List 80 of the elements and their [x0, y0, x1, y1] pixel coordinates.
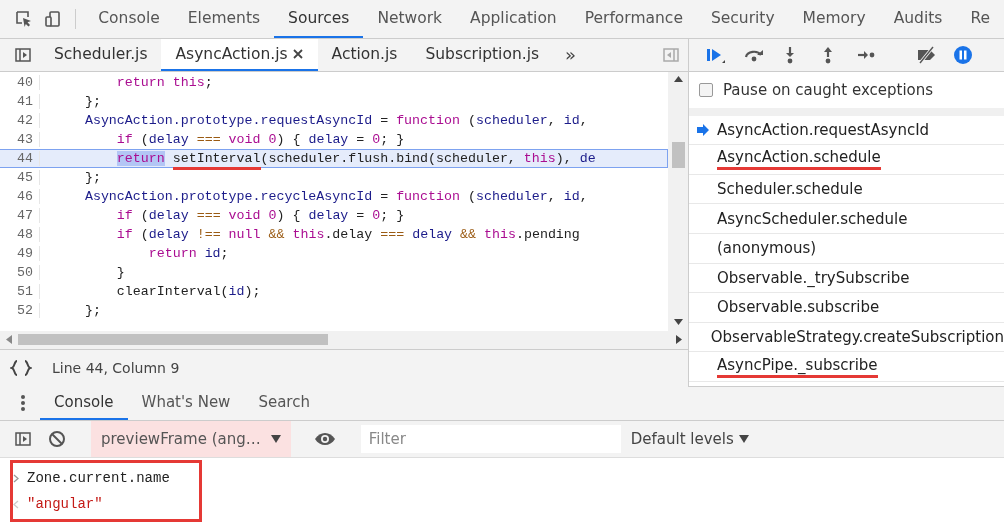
code-line: AsyncAction.prototype.requestAsyncId = function (scheduler, id, [83, 112, 588, 128]
sidebar-toggle-icon [14, 430, 32, 449]
scrollbar-thumb[interactable] [671, 142, 685, 169]
horizontal-scrollbar[interactable] [0, 330, 688, 349]
line-number: 50 [0, 264, 40, 280]
scroll-left-icon [6, 335, 12, 345]
panel-tab[interactable]: Sources [274, 0, 364, 38]
file-tab[interactable]: Action.js [317, 38, 412, 71]
call-frame[interactable]: Observable._trySubscribe [689, 263, 1004, 294]
scroll-down-icon [673, 318, 683, 325]
code-line: AsyncAction.prototype.recycleAsyncId = function (scheduler, id, [83, 188, 588, 204]
call-frame[interactable]: ObservableStrategy.createSubscription [689, 322, 1004, 353]
panel-tab[interactable]: Performance [570, 0, 697, 38]
result-text: "angular" [27, 496, 103, 512]
filter-field[interactable]: Filter [360, 425, 621, 454]
caret-down-icon [738, 435, 749, 444]
line-number: 46 [0, 188, 40, 204]
scroll-up-icon [673, 75, 683, 82]
panel-tab[interactable]: Security [696, 0, 789, 38]
code-line: }; [83, 169, 101, 185]
command-text: Zone.current.name [27, 470, 170, 486]
panel-tab[interactable]: Elements [173, 0, 275, 38]
line-number: 44 [0, 150, 40, 166]
checkbox-label: Pause on caught exceptions [723, 80, 934, 99]
code-line: }; [83, 93, 101, 109]
code-line: clearInterval(id); [115, 283, 261, 299]
drawer-tab[interactable]: Search [244, 386, 324, 421]
panel-tab[interactable]: Re [956, 0, 1004, 38]
code-line: return id; [147, 245, 229, 261]
call-frame[interactable]: AsyncPipe._subscribe [689, 352, 1004, 382]
call-frame[interactable]: AsyncAction.requestAsyncId [689, 115, 1004, 146]
chevron-left-icon [13, 499, 19, 509]
line-number: 49 [0, 245, 40, 261]
code-line: if (delay === void 0) { delay = 0; } [115, 207, 405, 223]
call-frame[interactable]: AsyncScheduler.schedule [689, 204, 1004, 234]
drawer-tab[interactable]: What's New [127, 386, 245, 421]
chevron-right-icon [13, 473, 19, 483]
line-number: 43 [0, 131, 40, 147]
code-line: return this; [115, 74, 213, 90]
panel-tab[interactable]: Memory [788, 0, 880, 38]
line-number: 52 [0, 302, 40, 318]
line-number: 47 [0, 207, 40, 223]
call-frame[interactable]: Scheduler.schedule [689, 174, 1004, 205]
panel-tab[interactable]: Network [363, 0, 457, 38]
log-levels-dropdown[interactable]: Default levels [620, 430, 749, 449]
code-line: if (delay !== null && this.delay === delay && this.pending [115, 226, 580, 242]
line-number: 48 [0, 226, 40, 242]
line-number: 51 [0, 283, 40, 299]
file-tab[interactable]: Subscription.js [411, 38, 554, 71]
panel-tab[interactable]: Application [456, 0, 571, 38]
caret-down-icon [270, 435, 281, 444]
current-frame-arrow-icon [697, 123, 709, 136]
cursor-position: Line 44, Column 9 [52, 360, 180, 377]
vertical-scrollbar[interactable] [668, 71, 688, 331]
line-number: 42 [0, 112, 40, 128]
line-number: 45 [0, 169, 40, 185]
file-tab[interactable]: Scheduler.js [40, 38, 162, 71]
block-icon [48, 430, 66, 449]
call-frame[interactable]: AsyncAction.schedule [689, 145, 1004, 175]
context-dropdown[interactable]: previewFrame (ang… [91, 421, 291, 457]
close-icon[interactable] [291, 47, 304, 60]
scroll-right-icon [676, 335, 682, 345]
pretty-print-icon[interactable] [10, 359, 32, 378]
file-tab[interactable]: AsyncAction.js [161, 38, 318, 71]
code-line: } [115, 264, 125, 280]
line-number: 41 [0, 93, 40, 109]
more-vertical-icon [20, 394, 26, 413]
line-number: 40 [0, 74, 40, 90]
sidebar-toggle-icon [14, 45, 32, 64]
call-frame[interactable]: Observable.subscribe [689, 293, 1004, 323]
checkbox[interactable] [699, 82, 713, 97]
more-tabs-button[interactable]: » [553, 38, 589, 71]
pause-icon [953, 44, 973, 65]
sidebar-toggle-icon [662, 45, 680, 64]
call-frame[interactable]: (anonymous) [689, 233, 1004, 264]
device-icon [44, 9, 63, 28]
code-line: if (delay === void 0) { delay = 0; } [115, 131, 405, 147]
panel-tab[interactable]: Console [84, 0, 174, 38]
panel-tab[interactable]: Audits [879, 0, 957, 38]
code-line: }; [83, 302, 101, 318]
